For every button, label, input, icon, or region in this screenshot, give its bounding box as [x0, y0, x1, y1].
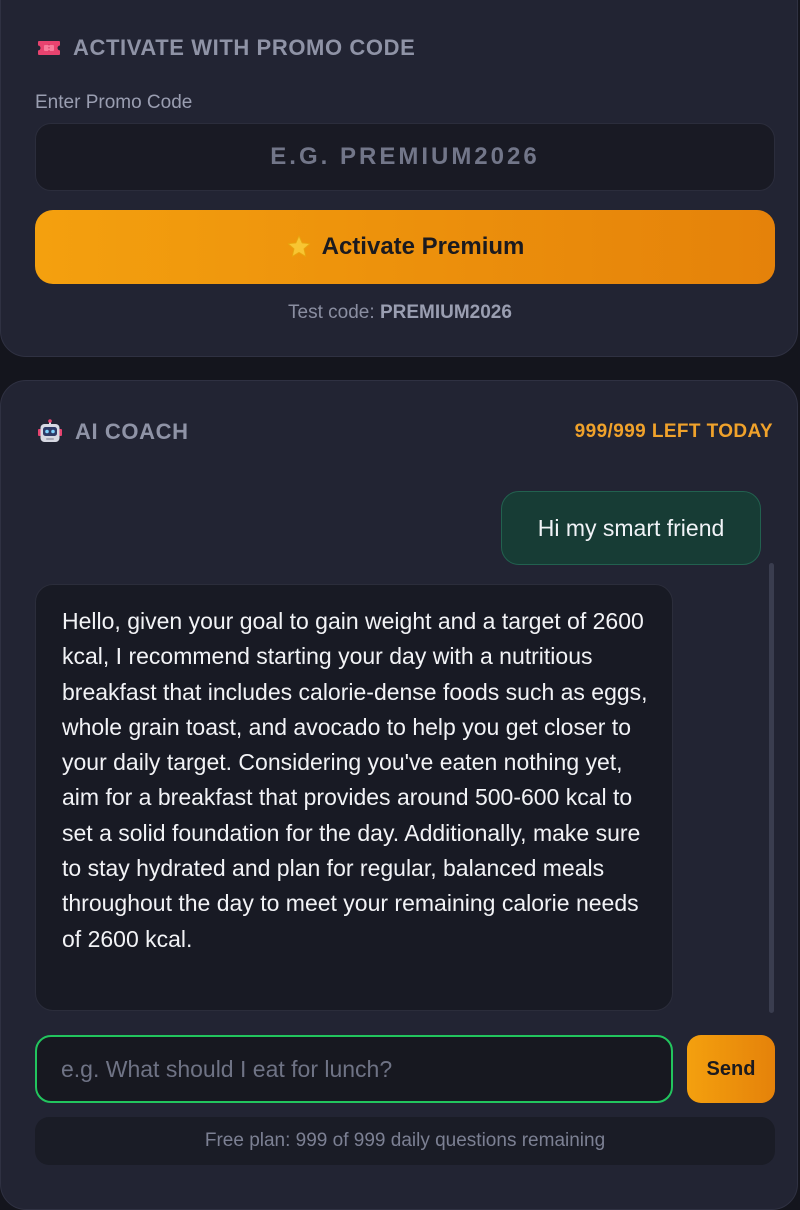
ai-coach-card: AI Coach 999/999 left today Hi my smart …: [0, 380, 798, 1210]
coach-title: AI Coach: [75, 419, 189, 444]
promo-header: Activate with Promo Code: [37, 35, 415, 61]
promo-title: Activate with Promo Code: [73, 35, 416, 60]
send-button[interactable]: Send: [687, 1035, 775, 1103]
activate-premium-button[interactable]: Activate Premium: [35, 210, 775, 284]
chat-scrollbar[interactable]: [769, 563, 774, 1013]
test-code-label: Test code:: [288, 302, 375, 323]
activate-premium-label: Activate Premium: [321, 233, 525, 260]
test-code-hint: Test code: PREMIUM2026: [1, 302, 799, 324]
test-code-value: PREMIUM2026: [379, 302, 512, 323]
robot-icon: [37, 419, 63, 445]
plan-status: Free plan: 999 of 999 daily questions re…: [35, 1117, 775, 1165]
star-icon: [286, 234, 312, 260]
user-message: Hi my smart friend: [501, 491, 761, 565]
promo-code-input[interactable]: [35, 123, 775, 191]
promo-input-label: Enter Promo Code: [35, 92, 193, 113]
chat-input[interactable]: [35, 1035, 673, 1103]
promo-card: Activate with Promo Code Enter Promo Cod…: [0, 0, 798, 357]
coach-header: AI Coach: [37, 419, 189, 445]
questions-left-badge: 999/999 left today: [574, 421, 773, 442]
assistant-message: Hello, given your goal to gain weight an…: [35, 584, 673, 1011]
ticket-icon: [37, 40, 61, 56]
